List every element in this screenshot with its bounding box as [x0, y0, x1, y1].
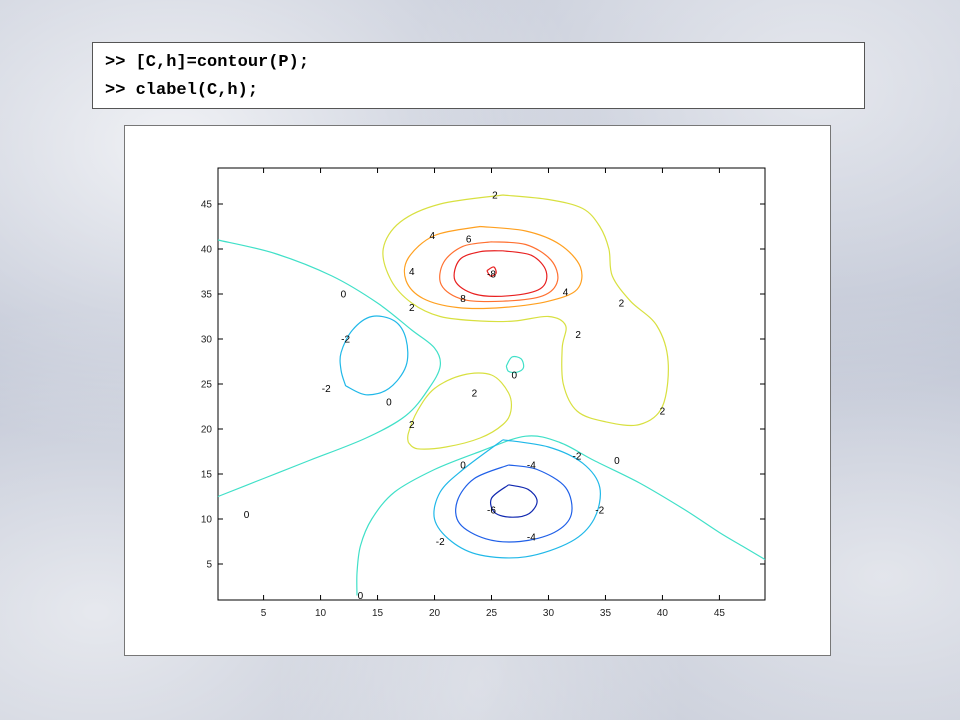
y-tick-label: 35 [201, 290, 213, 301]
x-tick-label: 10 [315, 608, 327, 619]
x-tick-label: 25 [486, 608, 498, 619]
x-tick-label: 30 [543, 608, 555, 619]
y-tick-label: 15 [201, 470, 213, 481]
y-tick-label: 5 [206, 560, 212, 571]
contour-label: -4 [527, 461, 536, 472]
contour-label: -2 [595, 506, 604, 517]
y-tick-label: 40 [201, 245, 213, 256]
contour-label: 6 [466, 235, 472, 246]
y-tick-label: 10 [201, 515, 213, 526]
contour-label: 2 [409, 420, 415, 431]
command-line-1: >> [C,h]=contour(P); [105, 53, 310, 72]
contour-label: 2 [409, 303, 415, 314]
contour-label: 2 [575, 330, 581, 341]
contour-label: 0 [512, 371, 518, 382]
contour-label: -4 [527, 533, 536, 544]
contour-label: -8 [487, 270, 496, 281]
contour-label: 0 [614, 456, 620, 467]
axes-box [217, 167, 766, 601]
contour-label: 2 [619, 299, 625, 310]
contour-label: -2 [436, 537, 445, 548]
y-tick-label: 45 [201, 200, 213, 211]
command-line-2: >> clabel(C,h); [105, 81, 259, 100]
contour-label: 4 [429, 231, 435, 242]
command-window: >> [C,h]=contour(P); >> clabel(C,h); [92, 42, 865, 109]
contour-label: -2 [341, 335, 350, 346]
figure-window: 5 10 15 20 25 30 35 40 45 5 10 15 20 25 30 35 40 45 2464-… [124, 125, 831, 656]
contour-plot: 5 10 15 20 25 30 35 40 4551015202530354045 24 64-… [201, 167, 766, 619]
x-tick-label: 20 [429, 608, 441, 619]
contour-label: 0 [386, 398, 392, 409]
contour-label: 4 [563, 288, 569, 299]
y-tick-label: 20 [201, 425, 213, 436]
contour-label: 2 [492, 191, 498, 202]
contour-label: 2 [660, 407, 666, 418]
x-tick-label: 45 [714, 608, 726, 619]
contour-label: -2 [322, 384, 331, 395]
contour-label: 4 [409, 267, 415, 278]
contour-label: -6 [487, 506, 496, 517]
x-tick-label: 35 [600, 608, 612, 619]
y-tick-label: 25 [201, 380, 213, 391]
contour-label: 0 [358, 591, 364, 602]
contour-label: 8 [460, 294, 466, 305]
contour-label: 0 [341, 290, 347, 301]
x-tick-label: 15 [372, 608, 384, 619]
x-tick-label: 5 [261, 608, 267, 619]
contour-label: -2 [573, 452, 582, 463]
contour-label: 2 [472, 389, 478, 400]
contour-label: 0 [460, 461, 466, 472]
contour-label: 0 [244, 510, 250, 521]
y-tick-label: 30 [201, 335, 213, 346]
x-tick-label: 40 [657, 608, 669, 619]
